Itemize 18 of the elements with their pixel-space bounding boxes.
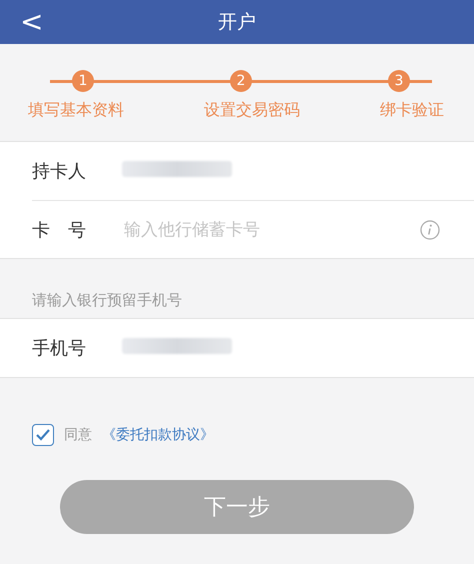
step-number: 3 bbox=[388, 70, 410, 92]
page-title: 开户 bbox=[218, 10, 256, 35]
agree-checkbox[interactable] bbox=[32, 424, 54, 446]
card-number-input[interactable]: 输入他行储蓄卡号 bbox=[122, 218, 420, 240]
agreement-link[interactable]: 《委托扣款协议》 bbox=[102, 426, 214, 444]
step-number: 2 bbox=[230, 70, 252, 92]
field-label: 手机号 bbox=[32, 337, 87, 360]
step-label: 设置交易密码 bbox=[204, 100, 300, 121]
info-icon[interactable] bbox=[420, 220, 440, 240]
check-icon bbox=[35, 428, 51, 442]
agree-text: 同意 bbox=[64, 426, 92, 444]
phone-hint: 请输入银行预留手机号 bbox=[32, 291, 182, 310]
step-label: 绑卡验证 bbox=[380, 100, 444, 121]
step-number: 1 bbox=[72, 70, 94, 92]
field-label: 卡 号 bbox=[32, 218, 87, 242]
field-label: 持卡人 bbox=[32, 160, 87, 183]
step-label: 填写基本资料 bbox=[28, 100, 124, 121]
back-button[interactable]: < bbox=[14, 6, 50, 38]
